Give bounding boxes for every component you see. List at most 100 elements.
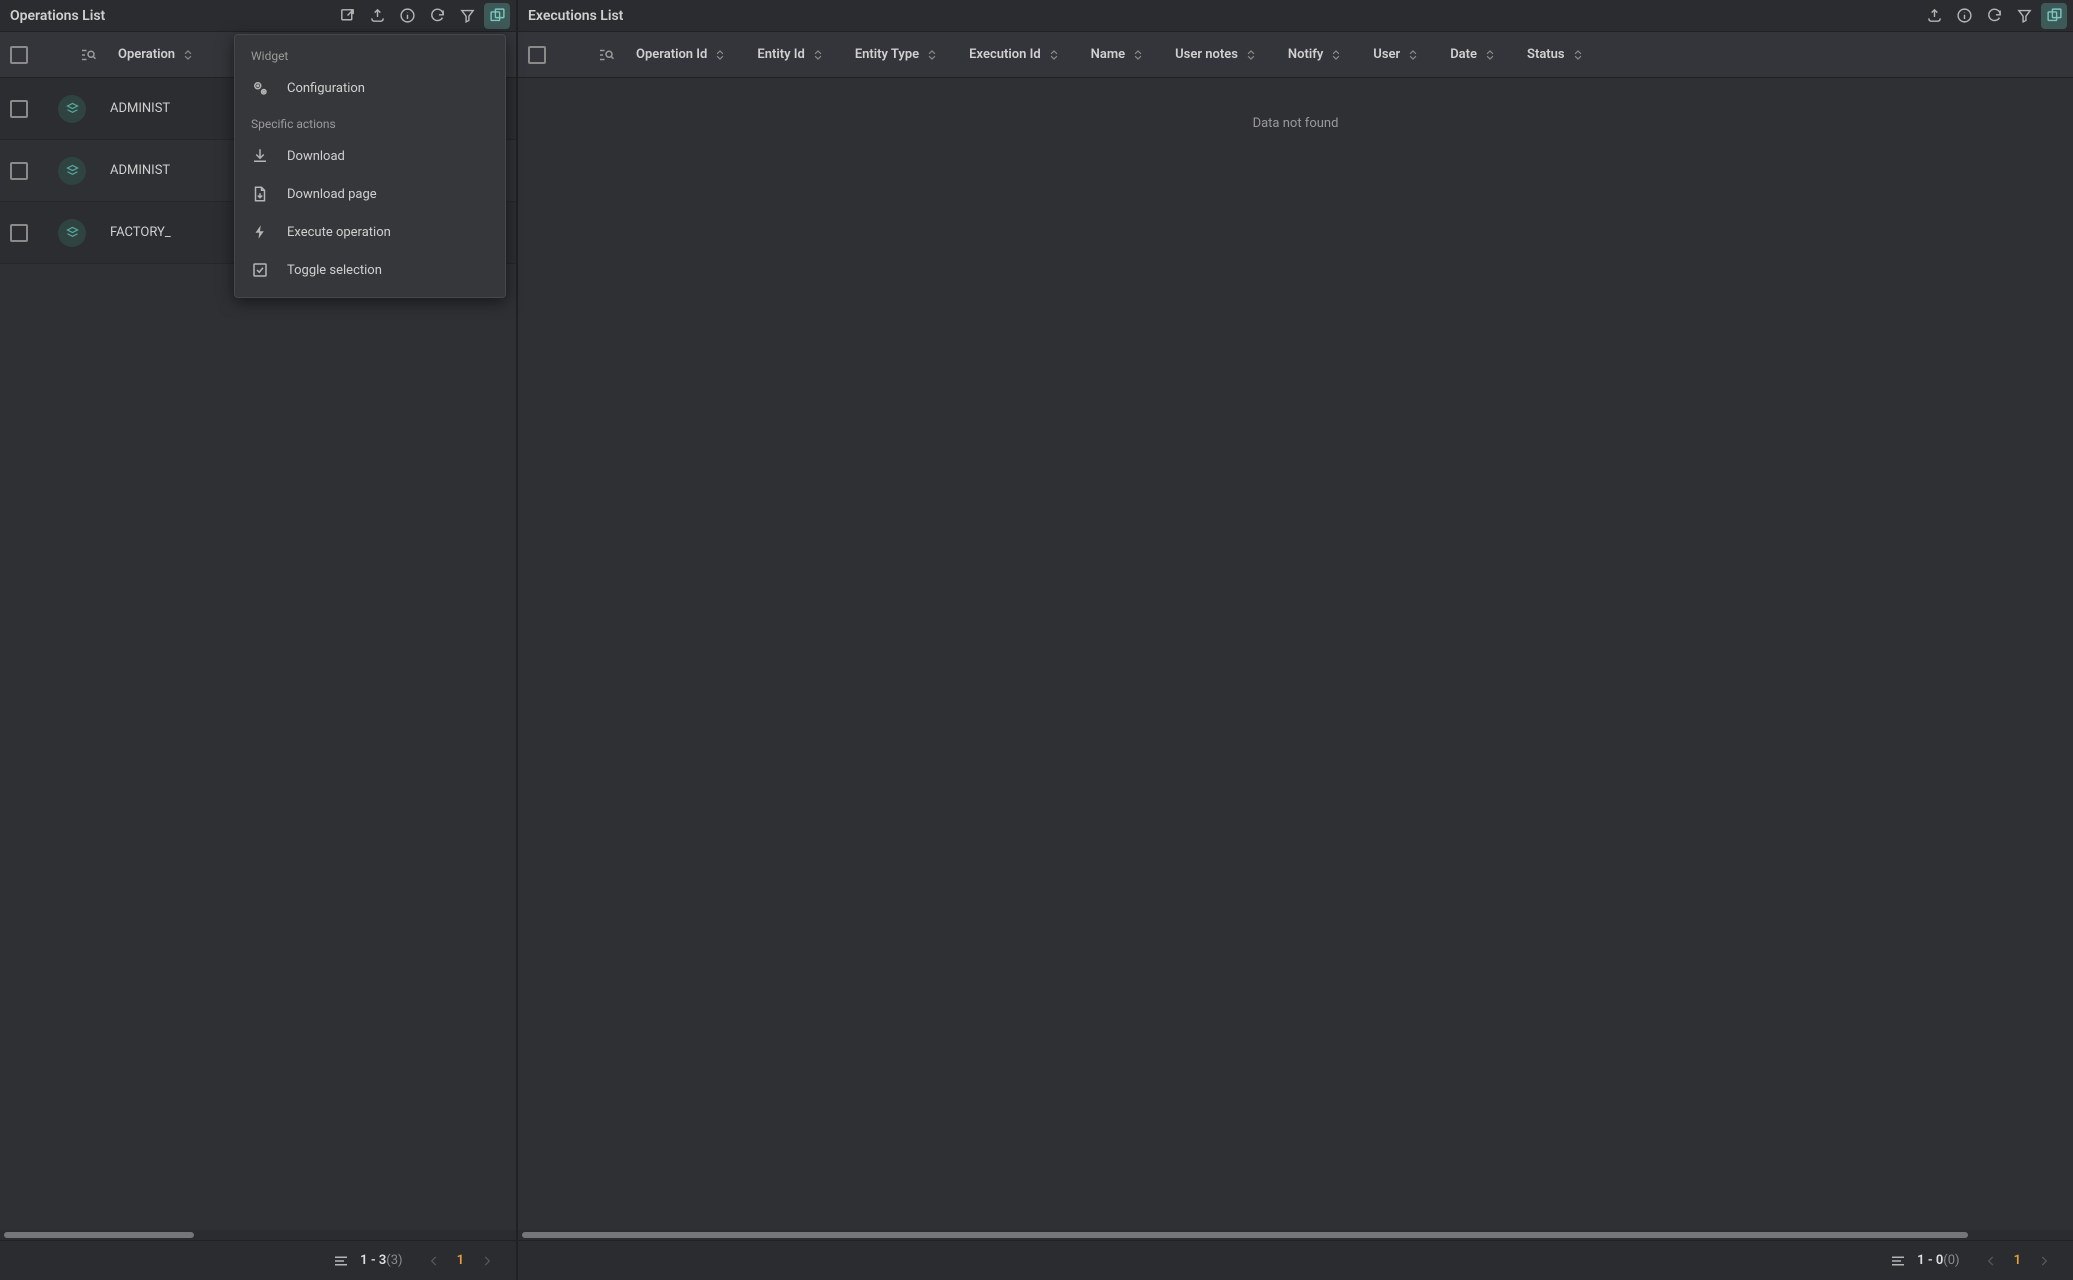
executions-table-head: Operation Id Entity Id Entity Type Execu… [518,32,2073,78]
total-label: (0) [1943,1253,1959,1268]
dropdown-item-label: Execute operation [287,225,391,240]
widget-menu-icon[interactable] [2041,3,2067,29]
next-page-button[interactable] [474,1248,500,1274]
prev-page-button[interactable] [421,1248,447,1274]
sort-icon [1244,48,1258,62]
select-all-checkbox[interactable] [528,46,546,64]
dropdown-item-download[interactable]: Download [235,137,505,175]
column-operation-id[interactable]: Operation Id [636,47,757,62]
column-user-notes[interactable]: User notes [1175,47,1288,62]
row-name: ADMINIST [110,101,170,116]
column-operation-label: Operation [118,47,175,62]
range-label: 1 - 0 [1917,1253,1943,1268]
column-entity-id[interactable]: Entity Id [757,47,854,62]
page-number: 1 [2004,1253,2031,1268]
popout-icon[interactable] [334,3,360,29]
download-icon [251,147,269,165]
range-label: 1 - 3 [360,1253,386,1268]
stack-icon [58,157,86,185]
dropdown-item-label: Configuration [287,81,365,96]
dropdown-item-execute[interactable]: Execute operation [235,213,505,251]
column-notify[interactable]: Notify [1288,47,1373,62]
sort-icon [1571,48,1585,62]
sort-icon [1131,48,1145,62]
executions-header: Executions List [518,0,2073,32]
page-number: 1 [447,1253,474,1268]
gear-icon [251,79,269,97]
row-name: FACTORY_ [110,225,171,240]
upload-icon[interactable] [364,3,390,29]
stack-icon [58,95,86,123]
dropdown-item-configuration[interactable]: Configuration [235,69,505,107]
bolt-icon [251,223,269,241]
operations-toolbar [334,3,510,29]
select-all-checkbox[interactable] [10,46,28,64]
column-label: Status [1527,47,1565,62]
info-icon[interactable] [1951,3,1977,29]
refresh-icon[interactable] [1981,3,2007,29]
column-label: Operation Id [636,47,707,62]
filter-icon[interactable] [454,3,480,29]
dropdown-item-toggle[interactable]: Toggle selection [235,251,505,289]
refresh-icon[interactable] [424,3,450,29]
column-label: User [1373,47,1400,62]
checkbox-icon [251,261,269,279]
search-column-icon[interactable] [576,46,636,64]
executions-table-body: Data not found [518,78,2073,1230]
executions-footer: 1 - 0 (0) 1 [518,1240,2073,1280]
column-entity-type[interactable]: Entity Type [855,47,969,62]
column-user[interactable]: User [1373,47,1450,62]
column-execution-id[interactable]: Execution Id [969,47,1090,62]
row-checkbox[interactable] [10,100,28,118]
executions-panel: Executions List Operation Id Entity Id E… [518,0,2073,1280]
dropdown-section-widget: Widget [235,39,505,69]
total-label: (3) [386,1253,402,1268]
prev-page-button[interactable] [1978,1248,2004,1274]
dropdown-item-download-page[interactable]: Download page [235,175,505,213]
filter-icon[interactable] [2011,3,2037,29]
h-scrollbar[interactable] [518,1230,2073,1240]
row-checkbox[interactable] [10,162,28,180]
h-scrollbar-thumb[interactable] [522,1232,1968,1238]
column-label: Notify [1288,47,1323,62]
search-column-icon[interactable] [58,46,118,64]
h-scrollbar[interactable] [0,1230,516,1240]
column-status[interactable]: Status [1527,47,1615,62]
page-download-icon [251,185,269,203]
column-label: Entity Type [855,47,919,62]
list-icon [1889,1252,1907,1270]
dropdown-item-label: Download page [287,187,377,202]
list-icon [332,1252,350,1270]
column-label: Execution Id [969,47,1040,62]
upload-icon[interactable] [1921,3,1947,29]
next-page-button[interactable] [2031,1248,2057,1274]
sort-icon [1483,48,1497,62]
operations-title: Operations List [10,8,334,24]
widget-menu-icon[interactable] [484,3,510,29]
sort-icon [811,48,825,62]
widget-dropdown: Widget Configuration Specific actions Do… [234,34,506,298]
column-operation[interactable]: Operation [118,47,225,62]
operations-footer: 1 - 3 (3) 1 [0,1240,516,1280]
empty-message: Data not found [518,78,2073,169]
row-name: ADMINIST [110,163,170,178]
stack-icon [58,219,86,247]
column-label: Name [1091,47,1125,62]
dropdown-section-actions: Specific actions [235,107,505,137]
operations-header: Operations List [0,0,516,32]
row-checkbox[interactable] [10,224,28,242]
operations-panel: Operations List Operation ADMINIST ADMIN… [0,0,518,1280]
executions-title: Executions List [528,8,1921,24]
column-date[interactable]: Date [1450,47,1527,62]
column-label: User notes [1175,47,1238,62]
sort-icon [181,48,195,62]
column-label: Date [1450,47,1477,62]
sort-icon [713,48,727,62]
sort-icon [1406,48,1420,62]
column-name[interactable]: Name [1091,47,1175,62]
dropdown-item-label: Toggle selection [287,263,382,278]
sort-icon [925,48,939,62]
info-icon[interactable] [394,3,420,29]
h-scrollbar-thumb[interactable] [4,1232,194,1238]
column-label: Entity Id [757,47,804,62]
